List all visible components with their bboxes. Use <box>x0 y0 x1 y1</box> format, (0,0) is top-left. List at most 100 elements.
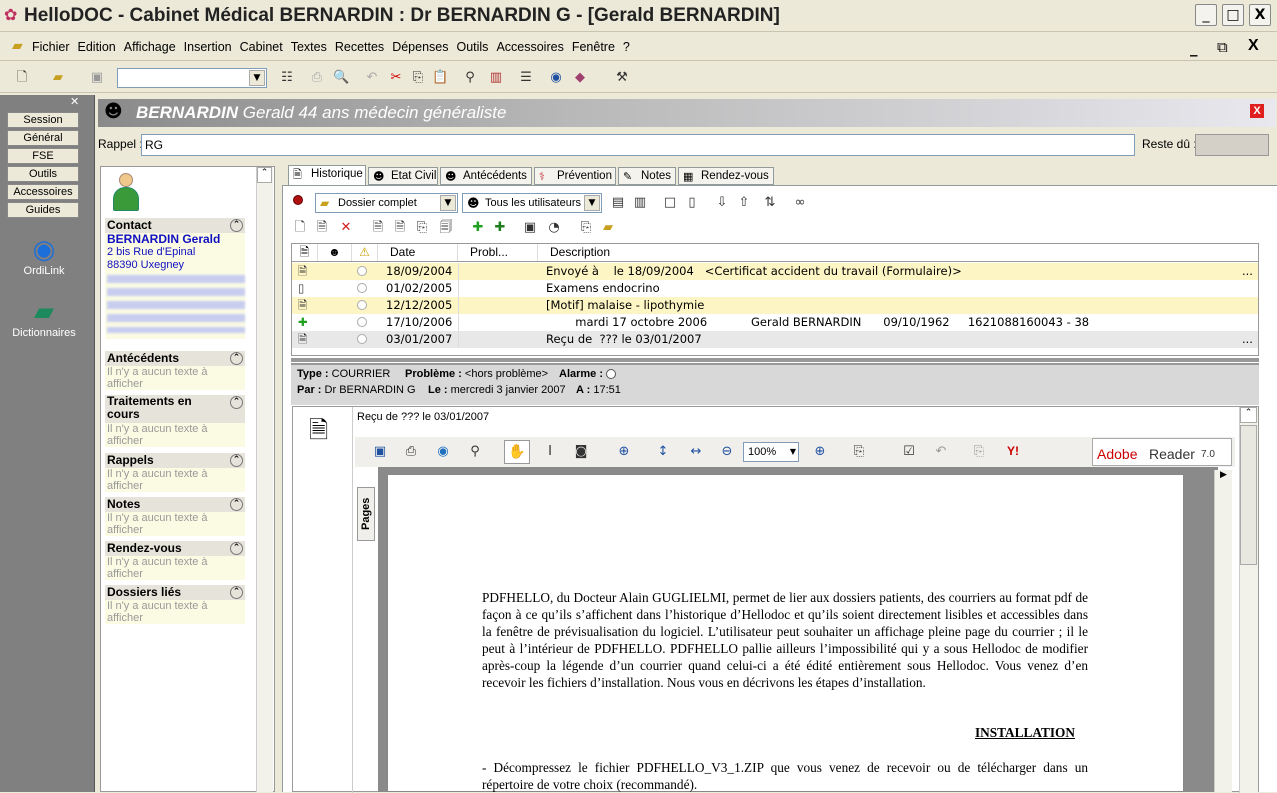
tools-icon[interactable]: ⚒ <box>614 70 630 86</box>
select-text-icon[interactable]: I <box>542 444 558 460</box>
glasses-icon[interactable]: ∞ <box>792 195 808 211</box>
doc-edit-icon[interactable]: 🗎 <box>392 220 408 236</box>
view-columns-icon[interactable]: ▯ <box>684 195 700 211</box>
sort-up-icon[interactable]: ⇧ <box>736 195 752 211</box>
edit-entry-icon[interactable]: 🗎 <box>314 220 330 236</box>
menu-4[interactable]: Cabinet <box>236 34 287 61</box>
close-patient-button[interactable]: X <box>1250 104 1264 118</box>
col-date-header[interactable]: Date <box>378 244 458 261</box>
spellcheck-icon[interactable]: ☑ <box>901 444 917 460</box>
menu-7[interactable]: Dépenses <box>388 34 452 61</box>
print-preview-icon[interactable]: 🔍 <box>333 70 349 86</box>
menu-8[interactable]: Outils <box>452 34 492 61</box>
maximize-button[interactable]: □ <box>1222 4 1244 26</box>
attach-icon[interactable]: ⎘ <box>578 220 594 236</box>
table-row[interactable]: ✚ 17/10/2006 mardi 17 octobre 2006 Gerald… <box>292 314 1258 331</box>
tab-notes[interactable]: ✎ Notes <box>618 167 676 185</box>
table-row[interactable]: 🗎 12/12/2005 [Motif] malaise - lipothymie <box>292 297 1258 314</box>
record-icon[interactable] <box>293 195 303 205</box>
collapse-icon[interactable]: ⌃ <box>230 454 243 467</box>
col-user-icon[interactable]: ☻ <box>318 244 352 261</box>
dropdown-arrow-icon[interactable]: ▼ <box>440 195 456 211</box>
delete-icon[interactable]: ✕ <box>338 220 354 236</box>
fit-page-icon[interactable]: ↕ <box>655 444 671 460</box>
col-description-header[interactable]: Description <box>538 244 1258 261</box>
menu-2[interactable]: Affichage <box>120 34 180 61</box>
tab-prevention[interactable]: ⚕ Prévention <box>534 167 616 185</box>
zoom-in-icon[interactable]: ⊕ <box>812 444 828 460</box>
menu-9[interactable]: Accessoires <box>492 34 567 61</box>
sort-down-icon[interactable]: ⇩ <box>714 195 730 211</box>
view-list-icon[interactable]: ▤ <box>610 195 626 211</box>
collapse-icon[interactable]: ⌃ <box>230 396 243 409</box>
book-icon[interactable]: ◆ <box>572 70 588 86</box>
dictionnaires-tool[interactable]: ▰ Dictionnaires <box>4 297 84 339</box>
alarm-radio[interactable] <box>606 369 617 380</box>
row-more[interactable]: ... <box>1242 263 1253 280</box>
dropdown-arrow-icon[interactable]: ▼ <box>790 443 796 461</box>
alarm-radio[interactable] <box>357 283 367 293</box>
doc-icon[interactable]: 🗎 <box>370 220 386 236</box>
fit-width-icon[interactable]: ↔ <box>688 444 704 460</box>
menu-0[interactable]: Fichier <box>28 34 74 61</box>
close-button[interactable]: X <box>1249 4 1271 26</box>
page-layout-icon[interactable]: ⎘ <box>851 444 867 460</box>
menu-1[interactable]: Edition <box>74 34 120 61</box>
guide-accessoires-button[interactable]: Accessoires <box>7 184 79 200</box>
email-icon[interactable]: ◉ <box>435 444 451 460</box>
menu-5[interactable]: Textes <box>287 34 331 61</box>
doc-copy-icon[interactable]: ⎘ <box>414 220 430 236</box>
zoom-out-icon[interactable]: ⊖ <box>719 444 735 460</box>
col-alarm-icon[interactable]: ⚠ <box>352 244 378 261</box>
hand-tool-icon[interactable]: ✋ <box>504 440 530 464</box>
menu-11[interactable]: ? <box>619 34 634 61</box>
undo-icon[interactable]: ↶ <box>364 70 380 86</box>
minimize-button[interactable]: _ <box>1195 4 1217 26</box>
snapshot-icon[interactable]: ◙ <box>573 444 589 460</box>
close-pane-icon[interactable]: ✕ <box>70 95 79 108</box>
toolbar-combo[interactable]: ▼ <box>117 68 267 88</box>
alarm-radio[interactable] <box>357 334 367 344</box>
collapse-icon[interactable]: ⌃ <box>230 498 243 511</box>
users-filter-select[interactable]: ☻ Tous les utilisateurs ▼ <box>462 193 602 213</box>
collapse-icon[interactable]: ⌃ <box>230 219 243 232</box>
section-header-3[interactable]: Notes ⌃ <box>105 497 245 512</box>
chart-icon[interactable]: ▥ <box>488 70 504 86</box>
row-more[interactable]: ... <box>1242 331 1253 348</box>
magnifier-icon[interactable]: ◉ <box>548 70 564 86</box>
new-entry-icon[interactable]: 🗋 <box>292 220 308 236</box>
yahoo-icon[interactable]: Y! <box>1007 444 1019 458</box>
menu-3[interactable]: Insertion <box>180 34 236 61</box>
collapse-icon[interactable]: ⌃ <box>230 586 243 599</box>
view-blank-icon[interactable]: □ <box>662 195 678 211</box>
ordilink-tool[interactable]: ◉ OrdiLink <box>4 235 84 277</box>
rappel-input[interactable]: RG <box>141 134 1135 156</box>
mdi-close-button[interactable]: X <box>1248 37 1259 55</box>
table-row[interactable]: 🗎 03/01/2007 Reçu de ??? le 03/01/2007... <box>292 331 1258 348</box>
undo-icon[interactable]: ↶ <box>933 444 949 460</box>
tab-antecedents[interactable]: ☻ Antécédents <box>440 167 532 185</box>
view-split-icon[interactable]: ▥ <box>632 195 648 211</box>
contact-header[interactable]: Contact ⌃ <box>105 218 245 233</box>
new-document-icon[interactable]: 🗋 <box>14 70 30 86</box>
copy-icon[interactable]: ⎘ <box>971 444 987 460</box>
guide-outils-button[interactable]: Outils <box>7 166 79 182</box>
paste-icon[interactable]: 📋 <box>432 70 448 86</box>
scroll-up-icon[interactable]: ⌃ <box>1240 407 1257 423</box>
collapse-icon[interactable]: ⌃ <box>230 542 243 555</box>
guide-session-button[interactable]: Session <box>7 112 79 128</box>
alarm-radio[interactable] <box>357 300 367 310</box>
dropdown-arrow-icon[interactable]: ▼ <box>584 195 600 211</box>
print-icon[interactable]: ⎙ <box>309 70 325 86</box>
col-probleme-header[interactable]: Probl... <box>458 244 538 261</box>
image-icon[interactable]: ▣ <box>522 220 538 236</box>
copy-icon[interactable]: ⎘ <box>410 70 426 86</box>
guide-guides-button[interactable]: Guides <box>7 202 79 218</box>
pages-panel-tab[interactable]: Pages <box>357 487 375 541</box>
zoom-input[interactable]: 100% ▼ <box>743 442 799 462</box>
section-header-0[interactable]: Antécédents ⌃ <box>105 351 245 366</box>
find-icon[interactable]: ⚲ <box>462 70 478 86</box>
next-page-icon[interactable]: ▶ <box>1215 470 1232 480</box>
guide-general-button[interactable]: Général <box>7 130 79 146</box>
print-icon[interactable]: ⎙ <box>403 444 419 460</box>
